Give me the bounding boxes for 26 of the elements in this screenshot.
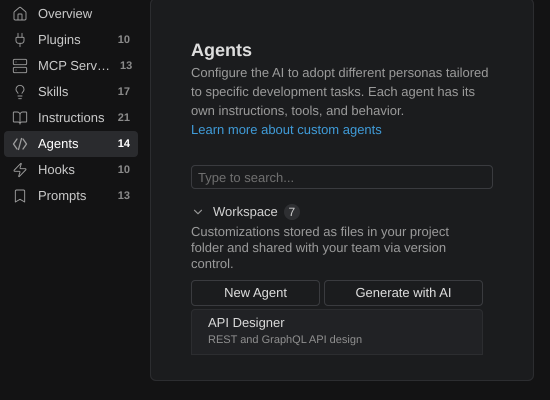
sidebar-item[interactable]: Prompts 13 [4,183,138,209]
page-title: Agents [191,39,254,61]
sidebar-item[interactable]: Overview [4,1,138,27]
agent-name: API Designer [208,314,286,330]
sidebar-item[interactable]: Skills 17 [4,79,138,105]
action-button[interactable]: New Agent [191,280,320,306]
book-icon [12,110,28,126]
sidebar-item[interactable]: Hooks 10 [4,157,138,183]
server-icon [12,58,28,74]
search-field[interactable]: Type to search... [191,165,493,189]
agent-description: REST and GraphQL API design [208,332,364,348]
action-button[interactable]: Generate with AI [324,280,483,306]
code-icon [12,136,28,152]
sidebar-item[interactable]: Agents 14 [4,131,138,157]
section-description: Customizations stored as files in your project folder and shared with your team via version control. [191,224,450,272]
sidebar-item[interactable]: Instructions 21 [4,105,138,131]
section-title: Workspace [213,203,278,221]
page-description: Configure the AI to adopt different personas tailored to specific development tasks. Each agent has its own instructions, tools, and behavior. [191,64,490,120]
count-badge: 7 [284,204,300,220]
sidebar-item[interactable]: MCP Serv… 13 [4,53,138,79]
agent-card[interactable]: API Designer REST and GraphQL API design [191,308,483,354]
lightning-icon [12,162,28,178]
learn-more-link[interactable]: Learn more about custom agents [191,120,382,139]
sidebar-item[interactable]: Plugins 10 [4,27,138,53]
bookmark-icon [12,188,28,204]
home-icon [12,6,28,22]
